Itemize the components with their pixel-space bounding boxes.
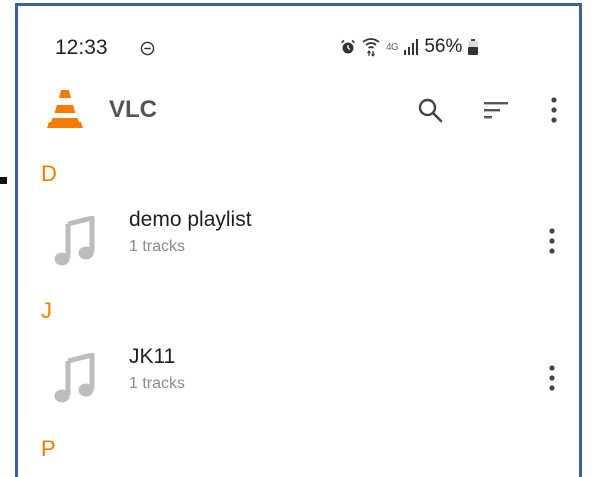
playlist-title: demo playlist [129, 208, 252, 231]
alarm-icon [341, 39, 355, 54]
section-header-j: J [41, 298, 52, 323]
section-header-p: P [41, 436, 56, 461]
app-title: VLC [109, 96, 157, 123]
playlist-track-count: 1 tracks [129, 238, 186, 255]
overflow-menu-button[interactable] [538, 94, 570, 126]
battery-percent: 56% [424, 36, 463, 57]
playlist-row-jk11[interactable]: JK11 1 tracks [18, 333, 579, 423]
sort-icon [484, 102, 508, 119]
playlist-track-count: 1 tracks [129, 375, 186, 392]
music-note-icon [54, 216, 95, 266]
more-vert-icon [549, 228, 555, 254]
phone-screen: 12:33 4G 56% VLC D demo playlist 1 track… [15, 3, 582, 477]
status-bar: 12:33 4G 56% [18, 6, 579, 86]
network-type-label: 4G [386, 41, 399, 53]
playlist-row-demo-playlist[interactable]: demo playlist 1 tracks [18, 196, 579, 286]
vlc-logo-icon [47, 90, 83, 128]
wifi-icon [362, 38, 380, 57]
playlist-more-button[interactable] [538, 224, 566, 258]
dnd-icon [140, 41, 155, 56]
playlist-more-button[interactable] [538, 361, 566, 395]
edge-marker [0, 177, 7, 184]
battery-icon [468, 39, 479, 55]
music-note-icon [54, 353, 95, 403]
search-button[interactable] [414, 94, 446, 126]
more-vert-icon [549, 365, 555, 391]
app-bar: VLC [18, 84, 579, 140]
signal-icon [404, 39, 419, 55]
status-time: 12:33 [55, 36, 108, 59]
more-vert-icon [551, 97, 557, 123]
sort-button[interactable] [480, 94, 512, 126]
status-icons: 4G 56% [340, 36, 479, 58]
playlist-title: JK11 [129, 345, 176, 368]
section-header-d: D [41, 161, 57, 186]
search-icon [418, 98, 443, 123]
